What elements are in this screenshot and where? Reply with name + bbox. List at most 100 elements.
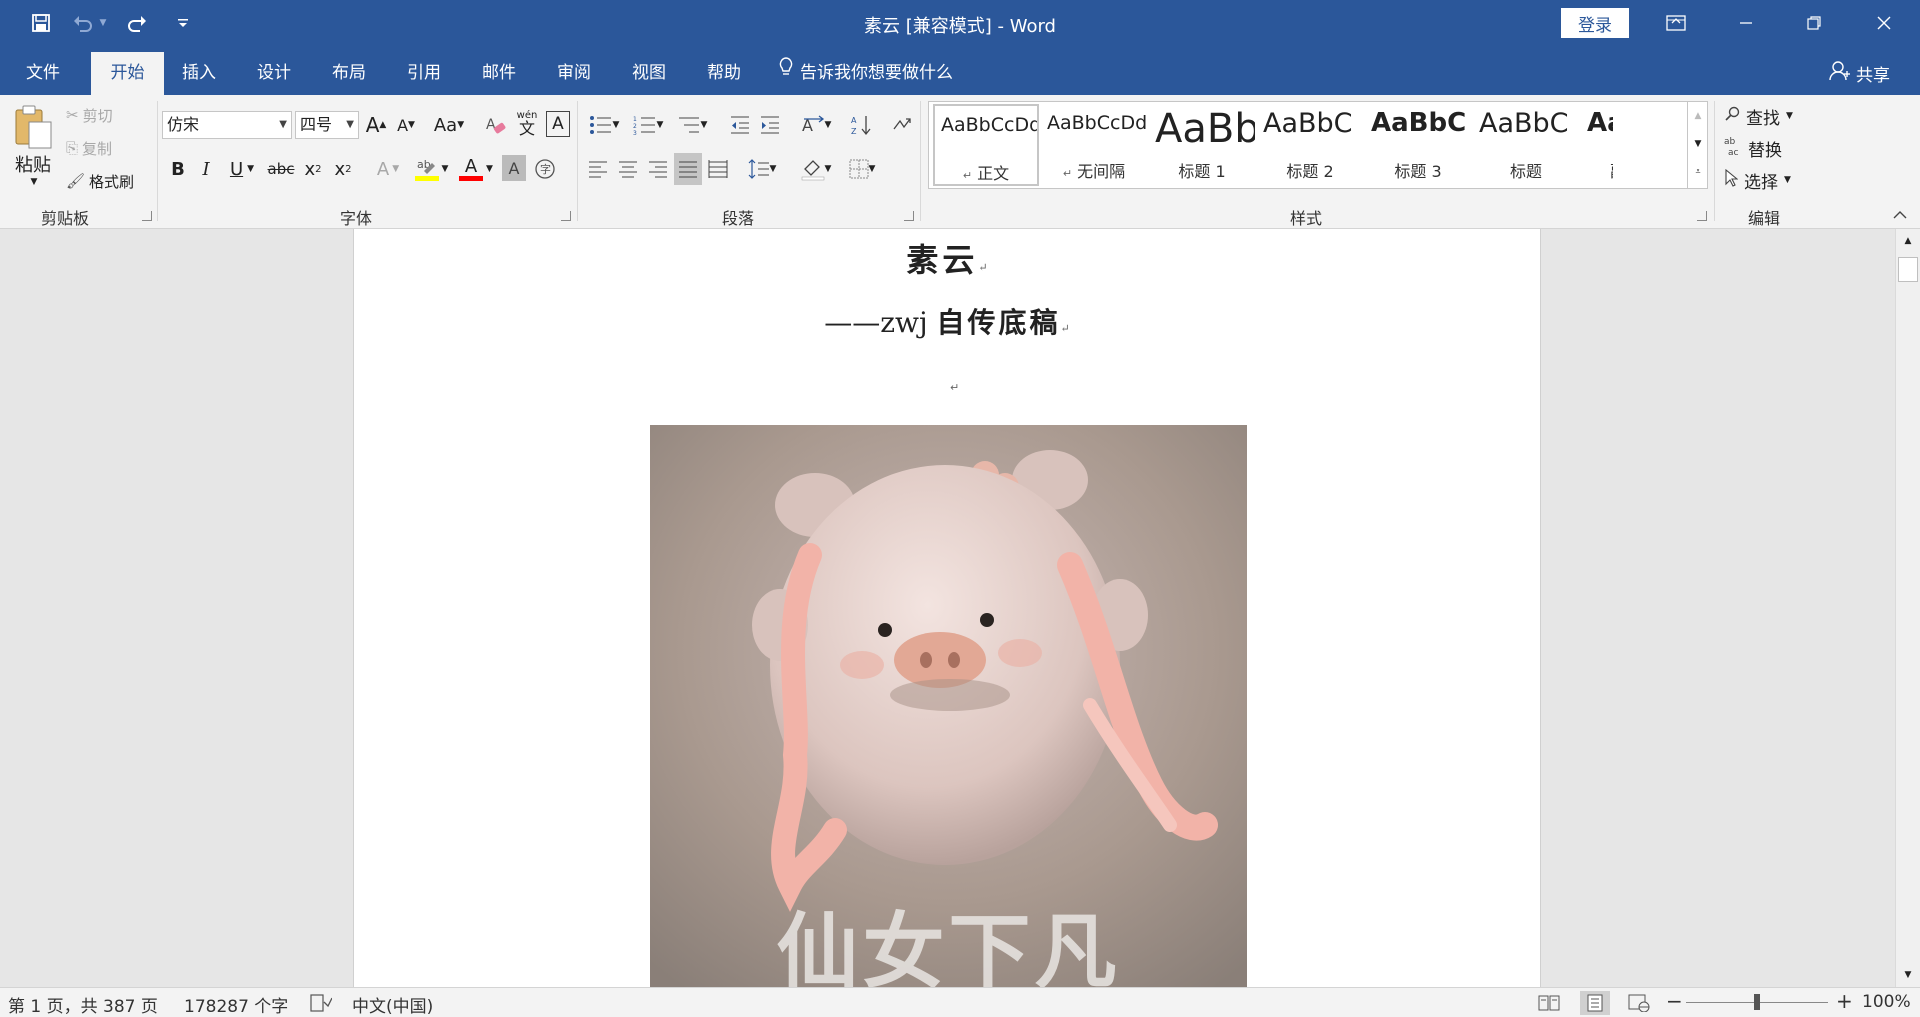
change-case-button[interactable]: Aa ▼ bbox=[428, 111, 470, 139]
font-size-select[interactable]: 四号 ▼ bbox=[295, 111, 359, 139]
tab-help[interactable]: 帮助 bbox=[695, 52, 753, 95]
justify-icon[interactable] bbox=[674, 153, 702, 185]
tab-mailings[interactable]: 邮件 bbox=[470, 52, 528, 95]
page-count[interactable]: 第 1 页，共 387 页 bbox=[8, 992, 158, 1017]
superscript-button[interactable]: x2 bbox=[330, 155, 356, 183]
minimize-icon[interactable] bbox=[1724, 8, 1768, 38]
language[interactable]: 中文(中国) bbox=[352, 992, 433, 1017]
grow-font-button[interactable]: A ▲ bbox=[364, 111, 388, 139]
save-icon[interactable] bbox=[26, 9, 56, 37]
styles-scroll-up-icon[interactable]: ▲ bbox=[1688, 103, 1708, 129]
bold-button[interactable]: B bbox=[166, 155, 190, 183]
text-effects-icon[interactable]: A ▼ bbox=[370, 155, 406, 183]
cut-button[interactable]: ✂ 剪切 bbox=[66, 103, 113, 127]
increase-indent-icon[interactable] bbox=[756, 111, 784, 139]
scroll-down-icon[interactable]: ▼ bbox=[1899, 967, 1917, 983]
replace-button[interactable]: ab ac 替换 bbox=[1724, 135, 1782, 161]
style-item[interactable]: AaBbC 副标题 bbox=[1581, 104, 1613, 186]
bullets-button[interactable]: ▼ bbox=[584, 111, 624, 139]
proofing-icon[interactable] bbox=[310, 994, 333, 1017]
web-layout-icon[interactable] bbox=[1628, 994, 1650, 1017]
share-button[interactable]: 共享 bbox=[1828, 52, 1890, 95]
tell-me-search[interactable]: 告诉我你想要做什么 bbox=[778, 52, 953, 95]
document-subtitle[interactable]: ——zwj 自传底稿↵ bbox=[354, 301, 1540, 341]
copy-button[interactable]: ⎘ 复制 bbox=[66, 136, 112, 160]
strikethrough-button[interactable]: abc bbox=[266, 155, 296, 183]
font-name-select[interactable]: 仿宋 ▼ bbox=[162, 111, 292, 139]
line-spacing-button[interactable]: ▼ bbox=[742, 155, 782, 183]
login-button[interactable]: 登录 bbox=[1561, 8, 1629, 38]
style-item[interactable]: AaBbC 标题 3 bbox=[1365, 104, 1471, 186]
tab-design[interactable]: 设计 bbox=[245, 52, 303, 95]
style-item[interactable]: AaBb 标题 1 bbox=[1149, 104, 1255, 186]
shading-button[interactable]: ▼ bbox=[796, 153, 836, 185]
zoom-out-button[interactable]: − bbox=[1666, 989, 1683, 1013]
undo-dropdown-icon[interactable]: ▼ bbox=[96, 9, 110, 37]
zoom-level[interactable]: 100% bbox=[1862, 992, 1911, 1012]
clear-formatting-icon[interactable]: A bbox=[484, 111, 508, 139]
paste-button[interactable]: 粘贴 bbox=[12, 153, 54, 176]
zoom-slider-thumb[interactable] bbox=[1754, 994, 1760, 1010]
read-mode-icon[interactable] bbox=[1538, 994, 1560, 1017]
font-launcher-icon[interactable] bbox=[561, 211, 571, 221]
align-left-icon[interactable] bbox=[586, 155, 610, 183]
style-item[interactable]: AaBbC 标题 2 bbox=[1257, 104, 1363, 186]
style-item[interactable]: AaBbCcDd ↵ 无间隔 bbox=[1041, 104, 1147, 186]
paste-icon[interactable] bbox=[12, 103, 54, 151]
italic-button[interactable]: I bbox=[194, 155, 218, 183]
phonetic-guide-button[interactable]: wén 文 bbox=[514, 107, 540, 141]
style-item[interactable]: AaBbC 标题 bbox=[1473, 104, 1579, 186]
show-marks-icon[interactable] bbox=[888, 111, 916, 139]
select-button[interactable]: 选择 ▼ bbox=[1724, 167, 1791, 193]
numbering-button[interactable]: 1 2 3 ▼ bbox=[628, 111, 668, 139]
sort-icon[interactable]: AZ bbox=[848, 111, 876, 139]
font-color-button[interactable]: A ▼ bbox=[456, 153, 496, 185]
subscript-button[interactable]: x2 bbox=[300, 155, 326, 183]
shrink-font-button[interactable]: A ▼ bbox=[394, 111, 418, 139]
collapse-ribbon-icon[interactable] bbox=[1890, 207, 1910, 223]
document-page[interactable]: 素云↵ ——zwj 自传底稿↵ ↵ 仙女下凡 bbox=[353, 229, 1541, 987]
vertical-scrollbar[interactable]: ▲ ▼ bbox=[1895, 229, 1920, 987]
tab-layout[interactable]: 布局 bbox=[320, 52, 378, 95]
tab-references[interactable]: 引用 bbox=[395, 52, 453, 95]
tab-review[interactable]: 审阅 bbox=[545, 52, 603, 95]
document-area[interactable]: 素云↵ ——zwj 自传底稿↵ ↵ 仙女下凡 bbox=[0, 229, 1895, 987]
styles-scroll-down-icon[interactable]: ▼ bbox=[1688, 131, 1708, 157]
align-right-icon[interactable] bbox=[646, 155, 670, 183]
character-shading-icon[interactable]: A bbox=[502, 155, 526, 181]
word-count[interactable]: 178287 个字 bbox=[184, 992, 288, 1017]
chinese-layout-button[interactable]: A ▼ bbox=[796, 111, 836, 139]
print-layout-icon[interactable] bbox=[1580, 991, 1610, 1015]
tab-file[interactable]: 文件 bbox=[14, 52, 72, 95]
underline-button[interactable]: U ▼ bbox=[222, 155, 262, 183]
format-painter-button[interactable]: 🖌 格式刷 bbox=[66, 169, 134, 193]
close-icon[interactable] bbox=[1862, 8, 1906, 38]
tab-insert[interactable]: 插入 bbox=[170, 52, 228, 95]
restore-icon[interactable] bbox=[1792, 8, 1836, 38]
scroll-thumb[interactable] bbox=[1898, 257, 1918, 282]
tab-home[interactable]: 开始 bbox=[91, 52, 164, 95]
multilevel-list-button[interactable]: ▼ bbox=[672, 111, 712, 139]
redo-icon[interactable] bbox=[122, 9, 152, 37]
styles-more-icon[interactable]: ⩡ bbox=[1688, 159, 1708, 185]
distributed-icon[interactable] bbox=[706, 155, 730, 183]
enclose-characters-icon[interactable]: 字 bbox=[532, 155, 558, 183]
ribbon-display-options-icon[interactable] bbox=[1654, 8, 1698, 38]
paragraph-launcher-icon[interactable] bbox=[904, 211, 914, 221]
borders-button[interactable]: ▼ bbox=[842, 155, 882, 183]
character-border-icon[interactable]: A bbox=[546, 111, 570, 137]
document-image[interactable]: 仙女下凡 bbox=[650, 425, 1247, 987]
scroll-up-icon[interactable]: ▲ bbox=[1899, 233, 1917, 249]
document-title[interactable]: 素云↵ bbox=[354, 235, 1540, 281]
find-button[interactable]: 查找 ▼ bbox=[1724, 103, 1793, 129]
zoom-in-button[interactable]: + bbox=[1836, 989, 1853, 1013]
highlight-color-button[interactable]: ab ▼ bbox=[410, 153, 452, 185]
align-center-icon[interactable] bbox=[616, 155, 640, 183]
style-item[interactable]: AaBbCcDd ↵ 正文 bbox=[933, 104, 1039, 186]
styles-launcher-icon[interactable] bbox=[1697, 211, 1707, 221]
customize-quick-access-icon[interactable] bbox=[168, 9, 198, 37]
paste-dropdown-icon[interactable]: ▼ bbox=[28, 177, 40, 187]
decrease-indent-icon[interactable] bbox=[726, 111, 754, 139]
clipboard-launcher-icon[interactable] bbox=[142, 211, 152, 221]
tab-view[interactable]: 视图 bbox=[620, 52, 678, 95]
